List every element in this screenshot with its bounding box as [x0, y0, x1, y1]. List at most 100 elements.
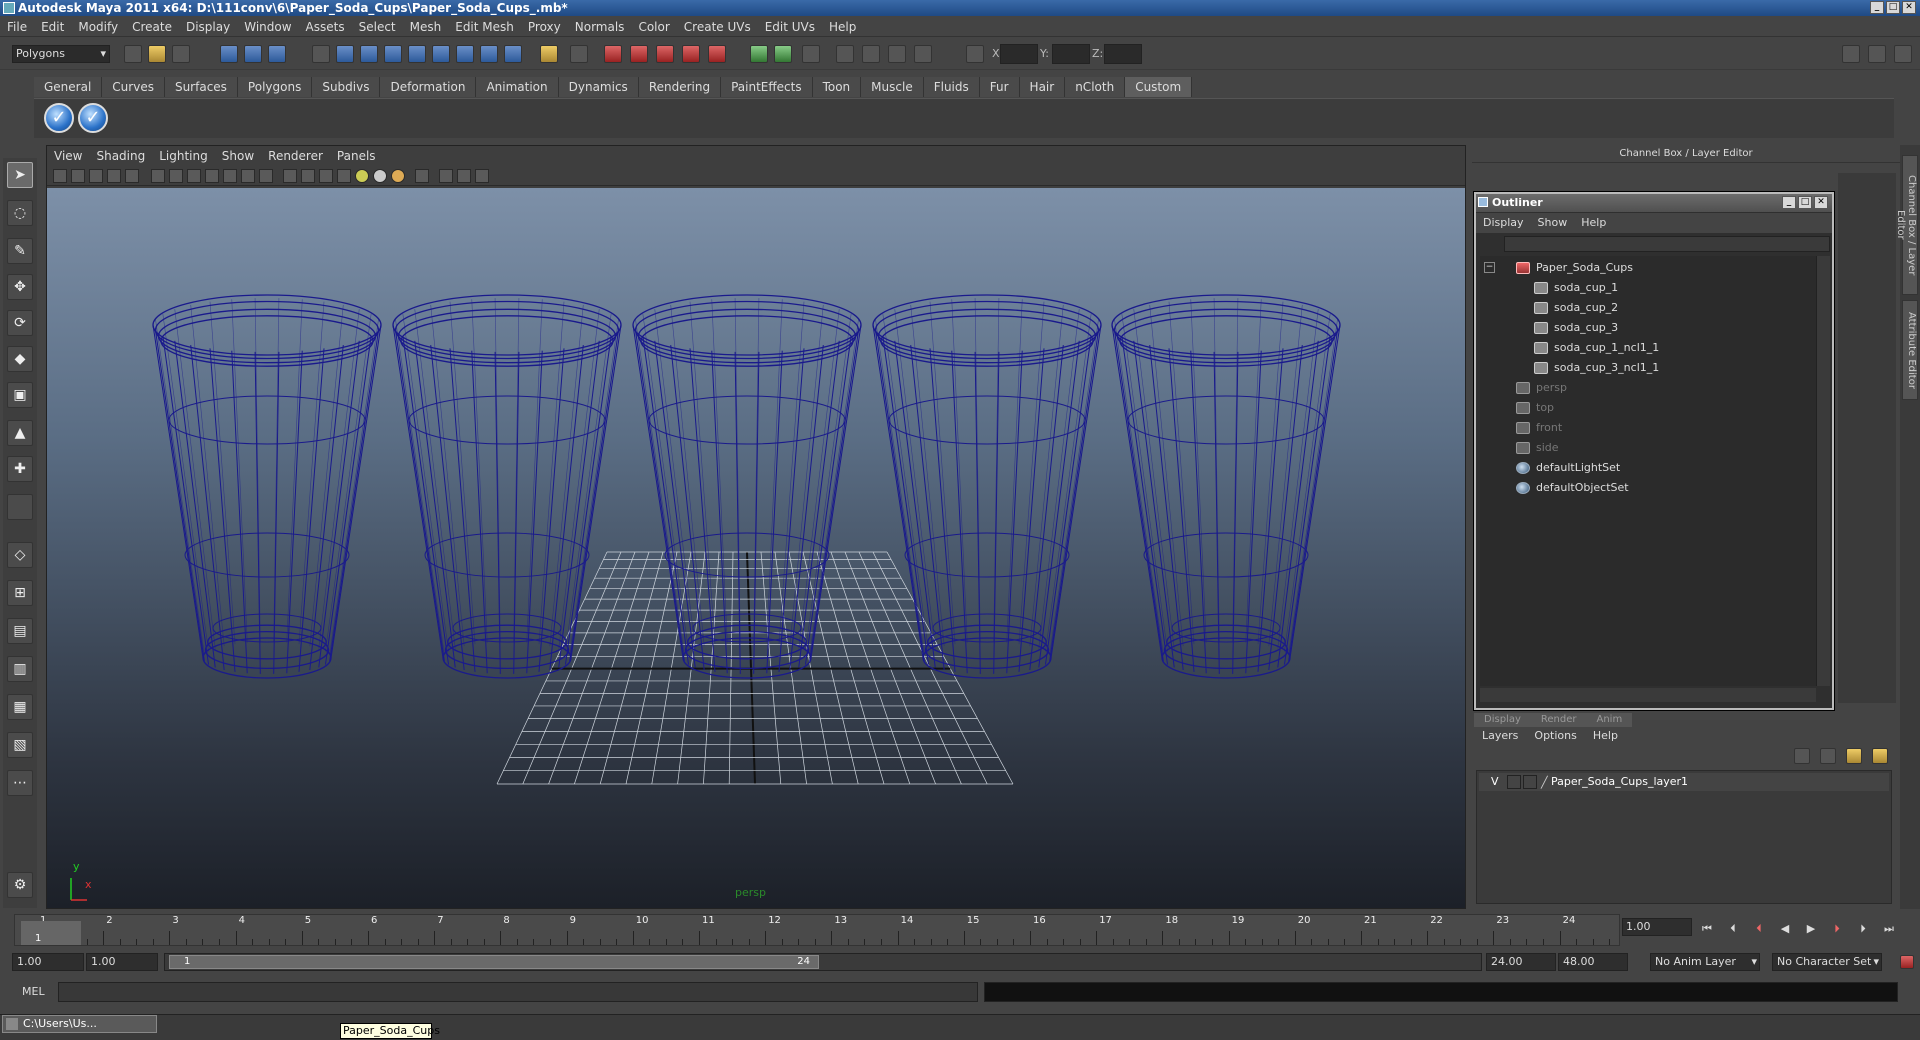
xray-components-icon[interactable] [475, 169, 489, 183]
toggle-attribute-editor-icon[interactable] [1842, 45, 1860, 63]
new-layer-from-selection-icon[interactable] [1872, 748, 1888, 764]
use-default-lights-icon[interactable] [355, 169, 369, 183]
tab-fluids[interactable]: Fluids [923, 77, 980, 97]
menu-set-selector[interactable]: Polygons ▾ [12, 45, 110, 63]
tab-fur[interactable]: Fur [979, 77, 1020, 97]
graph-editor-layout-icon[interactable]: ▥ [7, 656, 33, 682]
select-handles-icon[interactable] [336, 45, 354, 63]
shelf-check-button-2[interactable]: ✓ [78, 103, 108, 133]
viewport-menu-show[interactable]: Show [215, 146, 261, 166]
select-component-icon[interactable] [268, 45, 286, 63]
paint-select-tool-icon[interactable]: ✎ [7, 238, 33, 264]
xray-joints-icon[interactable] [457, 169, 471, 183]
menu-file[interactable]: File [0, 17, 34, 37]
layer-menu-options[interactable]: Options [1526, 726, 1584, 746]
tab-anim-layers[interactable]: Anim [1586, 713, 1633, 727]
universal-manipulator-icon[interactable]: ▣ [7, 382, 33, 408]
resolution-gate-icon[interactable] [187, 169, 201, 183]
minimized-script-window[interactable]: C:\Users\Us... [2, 1015, 157, 1033]
construction-history-icon[interactable] [802, 45, 820, 63]
new-layer-icon[interactable] [1846, 748, 1862, 764]
outliner-horizontal-scrollbar[interactable] [1480, 688, 1816, 702]
tab-custom[interactable]: Custom [1125, 77, 1193, 97]
layer-visibility-toggle[interactable]: V [1491, 773, 1499, 791]
outliner-item[interactable]: soda_cup_1 [1534, 278, 1618, 298]
layer-menu-layers[interactable]: Layers [1474, 726, 1526, 746]
tab-animation[interactable]: Animation [476, 77, 559, 97]
menu-edit[interactable]: Edit [34, 17, 71, 37]
xray-icon[interactable] [439, 169, 453, 183]
new-scene-icon[interactable] [124, 45, 142, 63]
outliner-title-bar[interactable]: Outliner _ □ ✕ [1476, 194, 1832, 212]
y-field[interactable] [1052, 44, 1090, 64]
outliner-item[interactable]: persp [1516, 378, 1567, 398]
outliner-close-button[interactable]: ✕ [1814, 196, 1828, 209]
textured-icon[interactable] [337, 169, 351, 183]
scale-tool-icon[interactable]: ◆ [7, 346, 33, 372]
wireframe-on-shaded-icon[interactable] [319, 169, 333, 183]
tab-toon[interactable]: Toon [812, 77, 862, 97]
grid-toggle-icon[interactable] [151, 169, 165, 183]
output-ops-icon[interactable] [774, 45, 792, 63]
tab-muscle[interactable]: Muscle [861, 77, 924, 97]
layout-options-icon[interactable]: ⋯ [7, 770, 33, 796]
four-view-layout-icon[interactable]: ⊞ [7, 580, 33, 606]
safe-title-icon[interactable] [259, 169, 273, 183]
menu-edit-mesh[interactable]: Edit Mesh [448, 17, 521, 37]
menu-edit-uvs[interactable]: Edit UVs [758, 17, 822, 37]
tab-dynamics[interactable]: Dynamics [558, 77, 639, 97]
render-view-icon[interactable] [836, 45, 854, 63]
close-button[interactable]: ✕ [1902, 1, 1916, 14]
select-curves-icon[interactable] [384, 45, 402, 63]
menu-assets[interactable]: Assets [299, 17, 352, 37]
select-tool-icon[interactable]: ➤ [7, 162, 33, 188]
layer-row[interactable]: V ╱ Paper_Soda_Cups_layer1 [1479, 773, 1889, 791]
range-slider[interactable]: 1 24 [164, 953, 1482, 971]
show-manipulator-icon[interactable]: ✚ [7, 456, 33, 482]
character-set-dropdown[interactable]: No Character Set ▾ [1772, 953, 1882, 971]
menu-create[interactable]: Create [125, 17, 179, 37]
viewport-menu-renderer[interactable]: Renderer [261, 146, 330, 166]
outliner-item[interactable]: soda_cup_3 [1534, 318, 1618, 338]
tab-deformation[interactable]: Deformation [380, 77, 477, 97]
menu-window[interactable]: Window [237, 17, 298, 37]
tab-surfaces[interactable]: Surfaces [164, 77, 238, 97]
time-slider[interactable]: 123456789101112131415161718192021222324 … [14, 914, 1620, 946]
outliner-menu-show[interactable]: Show [1531, 213, 1575, 233]
outliner-item[interactable]: soda_cup_1_ncl1_1 [1534, 338, 1659, 358]
snap-point-icon[interactable] [656, 45, 674, 63]
ipr-render-icon[interactable] [888, 45, 906, 63]
tab-ncloth[interactable]: nCloth [1065, 77, 1126, 97]
outliner-item[interactable]: top [1516, 398, 1554, 418]
select-surfaces-icon[interactable] [408, 45, 426, 63]
menu-display[interactable]: Display [179, 17, 237, 37]
collapse-toggle-icon[interactable]: − [1484, 262, 1495, 273]
dope-sheet-layout-icon[interactable]: ▧ [7, 732, 33, 758]
outliner-item[interactable]: defaultLightSet [1516, 458, 1620, 478]
smooth-shade-icon[interactable] [301, 169, 315, 183]
lasso-tool-icon[interactable]: ◌ [7, 200, 33, 226]
tab-general[interactable]: General [34, 77, 103, 97]
select-hierarchy-icon[interactable] [220, 45, 238, 63]
snap-view-plane-icon[interactable] [682, 45, 700, 63]
playback-end-field[interactable]: 24.00 [1486, 953, 1556, 971]
outliner-item[interactable]: defaultObjectSet [1516, 478, 1629, 498]
use-all-lights-icon[interactable] [373, 169, 387, 183]
toggle-tool-settings-icon[interactable] [1868, 45, 1886, 63]
outliner-item[interactable]: Paper_Soda_Cups [1516, 258, 1633, 278]
command-language-label[interactable]: MEL [22, 985, 45, 998]
render-settings-icon[interactable] [914, 45, 932, 63]
shelf-check-button-1[interactable]: ✓ [44, 103, 74, 133]
absolute-transform-icon[interactable] [966, 45, 984, 63]
tab-subdivs[interactable]: Subdivs [312, 77, 381, 97]
tab-display-layers[interactable]: Display [1474, 713, 1531, 727]
isolate-select-icon[interactable] [415, 169, 429, 183]
select-object-icon[interactable] [244, 45, 262, 63]
bookmarks-icon[interactable] [89, 169, 103, 183]
tab-curves[interactable]: Curves [102, 77, 165, 97]
outliner-minimize-button[interactable]: _ [1782, 196, 1796, 209]
film-gate-icon[interactable] [169, 169, 183, 183]
step-back-frame-icon[interactable]: ⏴ [1724, 922, 1742, 936]
hypershade-layout-icon[interactable]: ▦ [7, 694, 33, 720]
viewport-menu-shading[interactable]: Shading [89, 146, 152, 166]
